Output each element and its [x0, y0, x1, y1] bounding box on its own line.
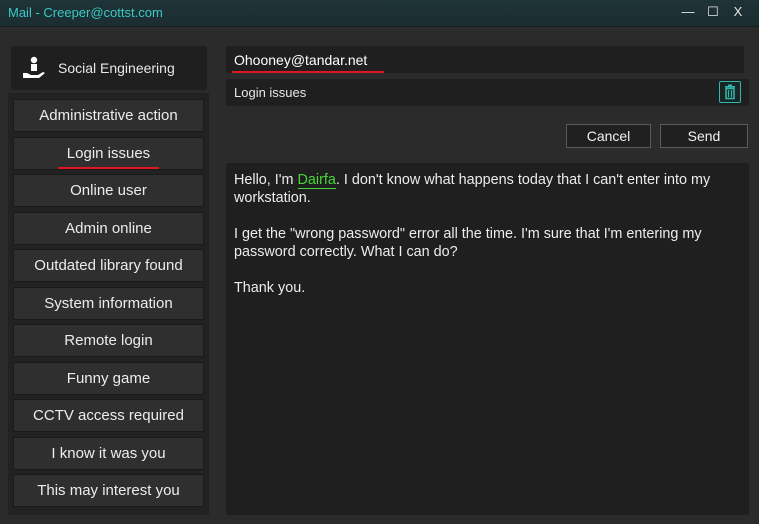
send-button[interactable]: Send	[660, 124, 748, 148]
template-item-system-information[interactable]: System information	[13, 286, 204, 320]
recipient-underline	[232, 71, 384, 73]
subject-text: Login issues	[234, 85, 307, 100]
template-item-this-may-interest-you[interactable]: This may interest you	[13, 474, 204, 507]
template-item-i-know-it-was-you[interactable]: I know it was you	[13, 436, 204, 470]
sender-name: Dairfa	[297, 172, 336, 189]
message-body[interactable]: Hello, I'm Dairfa. I don't know what hap…	[226, 163, 749, 515]
hand-person-icon	[21, 55, 47, 86]
message-paragraph-2: I get the "wrong password" error all the…	[234, 226, 702, 260]
message-text: Hello, I'm Dairfa. I don't know what hap…	[234, 171, 739, 315]
message-paragraph-1: Hello, I'm Dairfa. I don't know what hap…	[234, 172, 711, 206]
trash-icon[interactable]	[719, 81, 741, 103]
subject-field[interactable]: Login issues	[226, 79, 749, 106]
template-item-admin-online[interactable]: Admin online	[13, 211, 204, 245]
category-header: Social Engineering	[11, 46, 207, 90]
recipient-field[interactable]: Ohooney@tandar.net	[226, 46, 744, 73]
close-button[interactable]: X	[727, 2, 749, 22]
template-item-online-user[interactable]: Online user	[13, 174, 204, 207]
maximize-button[interactable]: ☐	[702, 2, 724, 22]
template-item-cctv-access[interactable]: CCTV access required	[13, 399, 204, 432]
message-paragraph-3: Thank you.	[234, 280, 306, 296]
template-item-login-issues[interactable]: Login issues	[13, 136, 204, 170]
template-item-administrative-action[interactable]: Administrative action	[13, 99, 204, 132]
minimize-button[interactable]: —	[677, 2, 699, 22]
template-item-funny-game[interactable]: Funny game	[13, 361, 204, 395]
template-item-outdated-library[interactable]: Outdated library found	[13, 249, 204, 282]
template-list: Administrative action Login issues Onlin…	[8, 93, 209, 515]
window-title: Mail - Creeper@cottst.com	[8, 5, 163, 20]
recipient-address: Ohooney@tandar.net	[234, 52, 368, 68]
template-item-remote-login[interactable]: Remote login	[13, 324, 204, 357]
cancel-button[interactable]: Cancel	[566, 124, 651, 148]
category-label: Social Engineering	[58, 60, 175, 76]
title-bar: Mail - Creeper@cottst.com — ☐ X	[0, 0, 759, 27]
